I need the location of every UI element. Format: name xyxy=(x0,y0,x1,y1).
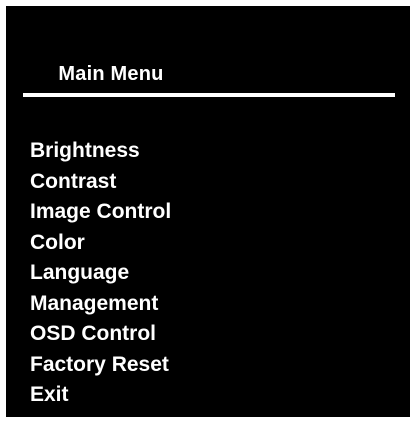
title-divider xyxy=(23,93,395,97)
menu-item-factory-reset[interactable]: Factory Reset xyxy=(30,350,171,381)
menu-item-image-control[interactable]: Image Control xyxy=(30,197,171,228)
osd-main-menu-panel: Main Menu Brightness Contrast Image Cont… xyxy=(6,6,410,417)
menu-item-brightness[interactable]: Brightness xyxy=(30,136,171,167)
menu-item-exit[interactable]: Exit xyxy=(30,380,171,411)
menu-item-language[interactable]: Language xyxy=(30,258,171,289)
menu-item-management[interactable]: Management xyxy=(30,289,171,320)
main-menu-list: Brightness Contrast Image Control Color … xyxy=(30,136,171,411)
menu-item-osd-control[interactable]: OSD Control xyxy=(30,319,171,350)
menu-title: Main Menu xyxy=(58,63,164,85)
menu-item-contrast[interactable]: Contrast xyxy=(30,167,171,198)
menu-item-color[interactable]: Color xyxy=(30,228,171,259)
